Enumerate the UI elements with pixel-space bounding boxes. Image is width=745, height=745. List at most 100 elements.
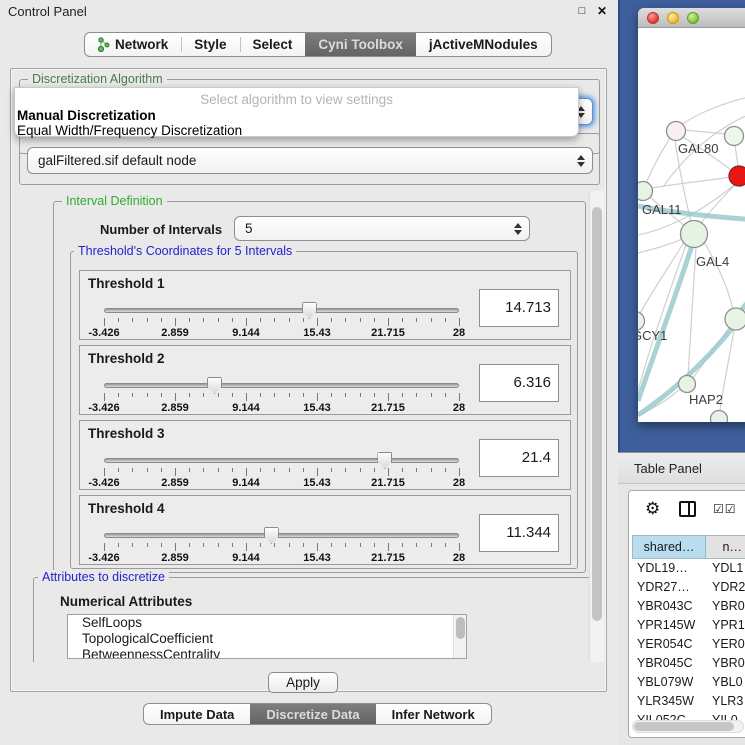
threshold-slider[interactable]: -3.4262.8599.14415.4321.71528: [104, 304, 459, 334]
cell-shared-name[interactable]: YBL079W: [632, 673, 705, 692]
numerical-attributes-label: Numerical Attributes: [60, 594, 192, 609]
tab-jactivemnodules[interactable]: jActiveMNodules: [416, 33, 551, 56]
cell-shared-name[interactable]: YBR043C: [632, 597, 705, 616]
tick-label: 2.859: [161, 552, 189, 564]
cell-name[interactable]: YDL1: [705, 559, 745, 578]
cell-shared-name[interactable]: YDR27…: [632, 578, 705, 597]
combo-stepper-icon: [576, 155, 584, 167]
slider-ticks: [104, 543, 459, 551]
select-columns-checkboxes-icon[interactable]: ☑☑: [713, 502, 737, 516]
network-canvas[interactable]: GAL80 GAL11 GAL4 GCY1 HAP2 GA C H: [638, 29, 745, 422]
tick-label: 15.43: [303, 402, 331, 414]
cell-shared-name[interactable]: YDL19…: [632, 559, 705, 578]
table-horizontal-scrollbar[interactable]: [632, 720, 744, 733]
tick-label: 9.144: [232, 402, 260, 414]
table-row[interactable]: YDL19…YDL1: [632, 559, 745, 578]
threshold-slider[interactable]: -3.4262.8599.14415.4321.71528: [104, 529, 459, 559]
close-window-icon[interactable]: [647, 12, 659, 24]
table-row[interactable]: YLR345WYLR3: [632, 692, 745, 711]
column-header-name[interactable]: n…: [706, 536, 745, 558]
table-data-value: galFiltered.sif default node: [38, 153, 196, 168]
tab-impute-data[interactable]: Impute Data: [144, 704, 250, 724]
node-partial-bottom[interactable]: [711, 411, 728, 423]
tab-network[interactable]: Network: [85, 33, 181, 56]
column-header-shared-name[interactable]: shared…: [633, 536, 706, 558]
slider-track[interactable]: [104, 533, 459, 538]
dropdown-option-manual[interactable]: Manual Discretization: [17, 108, 156, 123]
tab-discretize-data[interactable]: Discretize Data: [250, 704, 375, 724]
tick-label: 21.715: [371, 327, 405, 339]
slider-tick-labels: -3.4262.8599.14415.4321.71528: [104, 477, 459, 489]
columns-icon[interactable]: [679, 501, 696, 517]
cell-shared-name[interactable]: YBR045C: [632, 654, 705, 673]
scrollbar-thumb[interactable]: [592, 207, 602, 621]
cell-name[interactable]: YLR3: [705, 692, 745, 711]
threshold-slider[interactable]: -3.4262.8599.14415.4321.71528: [104, 379, 459, 409]
tab-divider: [240, 37, 241, 52]
cell-shared-name[interactable]: YLR345W: [632, 692, 705, 711]
node-gal4[interactable]: [681, 221, 708, 248]
label-gal4: GAL4: [696, 254, 729, 269]
table-row[interactable]: YDR27…YDR2: [632, 578, 745, 597]
threshold-value-field[interactable]: 21.4: [479, 439, 559, 477]
node-highlighted-red[interactable]: [729, 166, 745, 186]
cell-name[interactable]: YBL0: [705, 673, 745, 692]
num-intervals-combobox[interactable]: 5: [234, 216, 530, 241]
node-gal11[interactable]: [638, 182, 653, 201]
slider-thumb[interactable]: [377, 452, 392, 469]
threshold-value-field[interactable]: 14.713: [479, 289, 559, 327]
node-h[interactable]: [725, 308, 745, 330]
tab-select[interactable]: Select: [240, 33, 306, 56]
attribute-item[interactable]: SelfLoops: [68, 615, 466, 631]
float-panel-icon[interactable]: □: [574, 3, 590, 19]
network-window[interactable]: GAL80 GAL11 GAL4 GCY1 HAP2 GA C H: [638, 8, 745, 422]
tab-cyni-toolbox[interactable]: Cyni Toolbox: [305, 33, 416, 56]
slider-track[interactable]: [104, 458, 459, 463]
table-row[interactable]: YPR145WYPR1: [632, 616, 745, 635]
tick-label: 15.43: [303, 552, 331, 564]
node-table: shared… n… YDL19…YDL1YDR27…YDR2YBR043CYB…: [632, 535, 745, 730]
list-scrollbar[interactable]: [453, 615, 466, 658]
threshold-value-field[interactable]: 11.344: [479, 514, 559, 552]
network-icon: [98, 37, 110, 52]
cell-shared-name[interactable]: YER054C: [632, 635, 705, 654]
slider-thumb[interactable]: [264, 527, 279, 544]
dropdown-option-equal-width[interactable]: Equal Width/Frequency Discretization: [17, 123, 242, 138]
slider-track[interactable]: [104, 308, 459, 313]
apply-button[interactable]: Apply: [268, 672, 338, 693]
top-tab-bar: NetworkStyleSelectCyni ToolboxjActiveMNo…: [84, 32, 552, 57]
table-row[interactable]: YBL079WYBL0: [632, 673, 745, 692]
node-gal80[interactable]: [667, 122, 686, 141]
node-partial-top[interactable]: [725, 127, 744, 146]
threshold-panel: Threshold 3 -3.4262.8599.14415.4321.7152…: [79, 420, 571, 490]
minimize-window-icon[interactable]: [667, 12, 679, 24]
node-hap2[interactable]: [679, 376, 696, 393]
tab-style[interactable]: Style: [181, 33, 239, 56]
table-row[interactable]: YBR045CYBR0: [632, 654, 745, 673]
attribute-item[interactable]: BetweennessCentrality: [68, 647, 466, 659]
cell-name[interactable]: YDR2: [705, 578, 745, 597]
slider-thumb[interactable]: [302, 302, 317, 319]
attribute-item[interactable]: TopologicalCoefficient: [68, 631, 466, 647]
cell-name[interactable]: YPR1: [705, 616, 745, 635]
threshold-value-field[interactable]: 6.316: [479, 364, 559, 402]
cell-name[interactable]: YER0: [705, 635, 745, 654]
interval-definition-group: Interval Definition Number of Intervals …: [53, 201, 586, 573]
cell-name[interactable]: YBR0: [705, 597, 745, 616]
main-vertical-scrollbar[interactable]: [589, 191, 604, 662]
table-row[interactable]: YBR043CYBR0: [632, 597, 745, 616]
zoom-window-icon[interactable]: [687, 12, 699, 24]
threshold-slider[interactable]: -3.4262.8599.14415.4321.71528: [104, 454, 459, 484]
table-data-combobox[interactable]: galFiltered.sif default node: [27, 147, 593, 174]
tab-infer-network[interactable]: Infer Network: [376, 704, 491, 724]
slider-track[interactable]: [104, 383, 459, 388]
slider-thumb[interactable]: [207, 377, 222, 394]
scrollbar-thumb[interactable]: [634, 722, 734, 731]
cell-name[interactable]: YBR0: [705, 654, 745, 673]
slider-ticks: [104, 393, 459, 401]
table-row[interactable]: YER054CYER0: [632, 635, 745, 654]
close-panel-icon[interactable]: ✕: [594, 3, 610, 19]
tick-label: 9.144: [232, 327, 260, 339]
gear-icon[interactable]: ⚙: [645, 499, 660, 519]
cell-shared-name[interactable]: YPR145W: [632, 616, 705, 635]
